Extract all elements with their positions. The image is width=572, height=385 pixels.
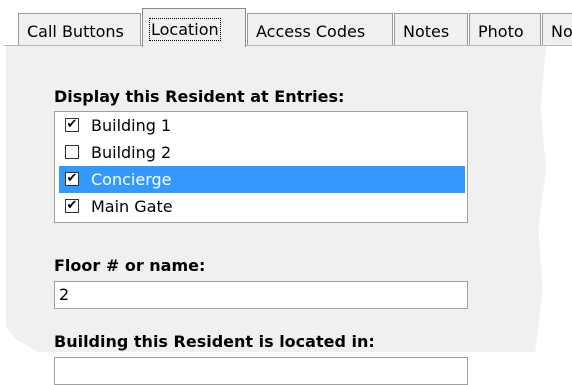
building-label: Building this Resident is located in: (54, 332, 375, 351)
entry-label: Building 1 (91, 116, 172, 135)
entry-item-main-gate[interactable]: ✔ Main Gate (59, 193, 465, 220)
tab-location-label: Location (149, 18, 221, 41)
entry-label: Building 2 (91, 143, 172, 162)
entry-checkbox-building-1[interactable]: ✔ (65, 118, 79, 132)
entry-checkbox-building-2[interactable] (65, 145, 79, 159)
entry-item-concierge[interactable]: ✔ Concierge (59, 166, 465, 193)
entry-label: Concierge (91, 170, 172, 189)
entries-section-label: Display this Resident at Entries: (54, 87, 345, 106)
tab-next-label: No (551, 22, 572, 41)
entry-item-building-2[interactable]: Building 2 (59, 139, 465, 166)
tab-divider-line (4, 45, 572, 46)
entry-item-building-1[interactable]: ✔ Building 1 (59, 112, 465, 139)
entry-label: Main Gate (91, 197, 173, 216)
tab-access-codes[interactable]: Access Codes (247, 13, 393, 45)
tab-notes[interactable]: Notes (394, 13, 468, 45)
floor-label: Floor # or name: (54, 256, 206, 275)
entry-checkbox-main-gate[interactable]: ✔ (65, 199, 79, 213)
floor-input[interactable]: 2 (54, 281, 468, 309)
tab-call-buttons[interactable]: Call Buttons (18, 13, 141, 45)
tab-photo-label: Photo (478, 22, 524, 41)
tab-notes-label: Notes (403, 22, 450, 41)
building-input[interactable] (54, 357, 468, 385)
tab-access-codes-label: Access Codes (256, 22, 366, 41)
entries-listbox[interactable]: ✔ Building 1 Building 2 ✔ Concierge ✔ Ma… (54, 111, 468, 223)
tab-location[interactable]: Location (142, 8, 246, 47)
tab-strip: Call Buttons Location Access Codes Notes… (0, 0, 572, 47)
entry-checkbox-concierge[interactable]: ✔ (65, 172, 79, 186)
tab-photo[interactable]: Photo (469, 13, 541, 45)
tab-call-buttons-label: Call Buttons (27, 22, 124, 41)
tab-next[interactable]: No (542, 13, 572, 45)
